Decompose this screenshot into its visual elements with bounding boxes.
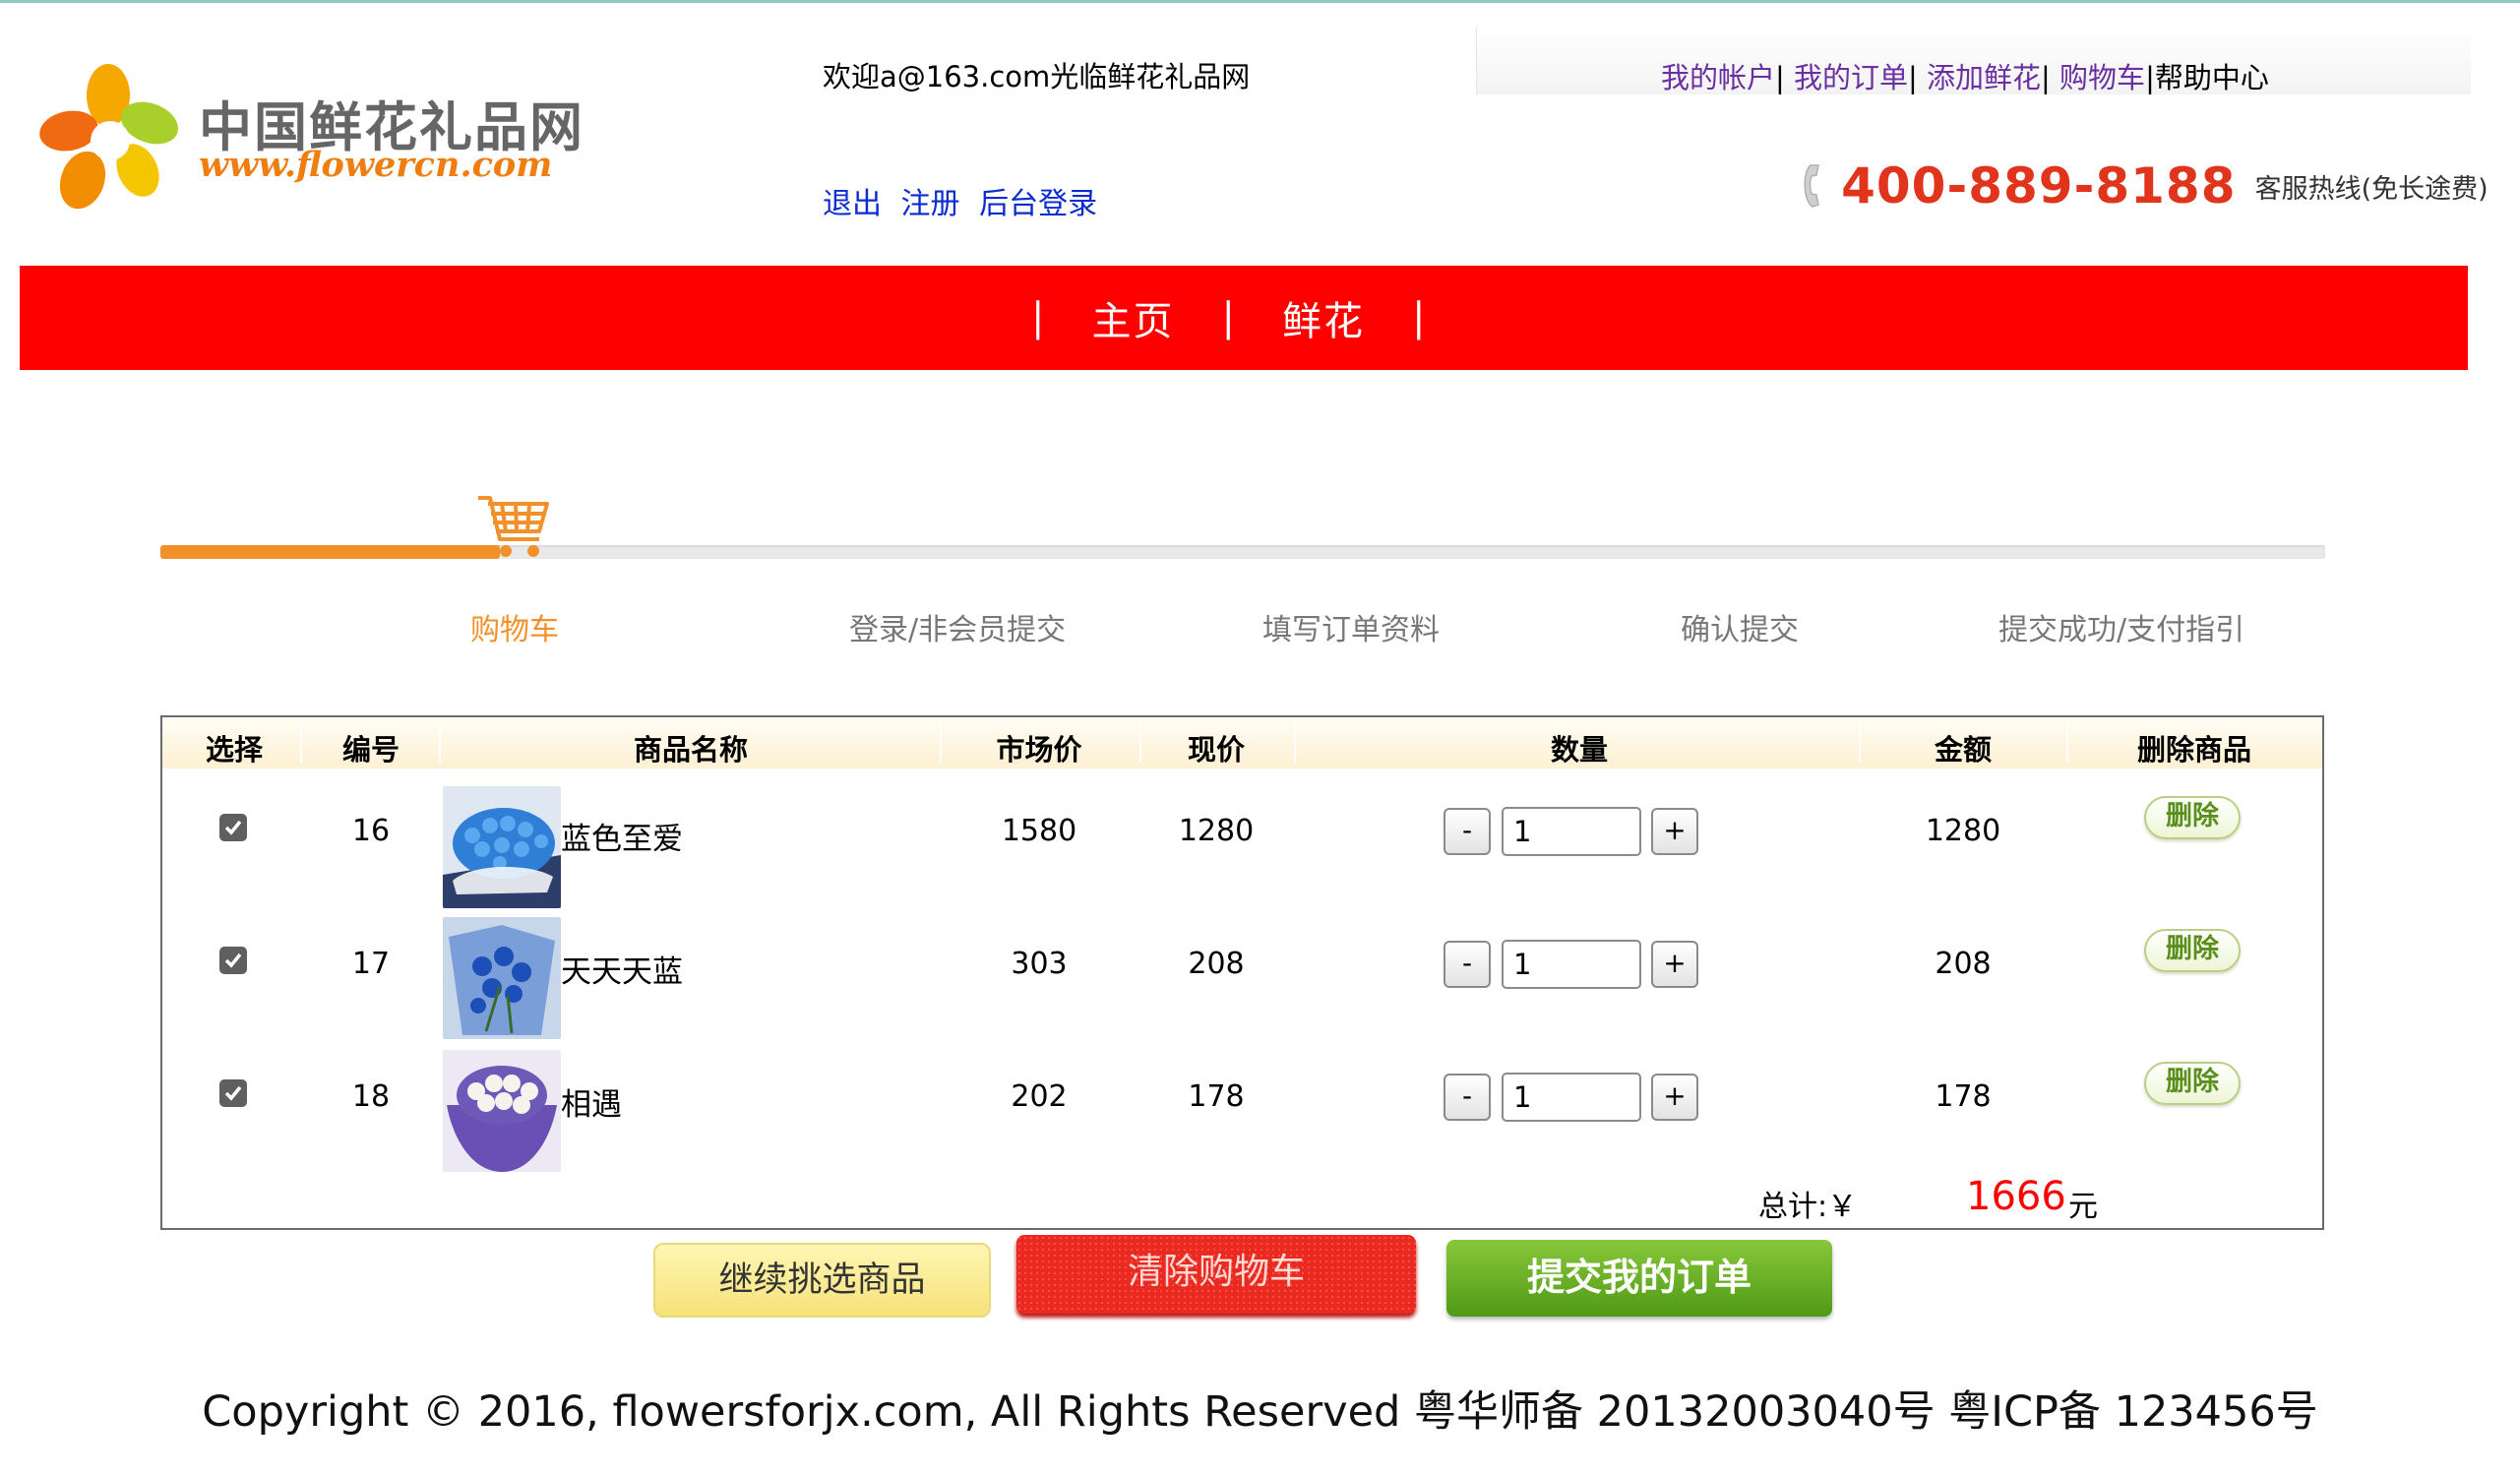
hotline-number: 400-889-8188 — [1841, 157, 2237, 215]
market-price: 202 — [1011, 1079, 1068, 1114]
shopping-cart-link[interactable]: 购物车 — [2059, 61, 2145, 94]
progress-fill — [160, 545, 500, 559]
current-price: 208 — [1188, 947, 1245, 981]
header-divider — [940, 723, 942, 763]
register-link[interactable]: 注册 — [901, 187, 960, 221]
logo-url: www.flowercn.com — [199, 145, 553, 185]
delete-item-button[interactable]: 删除 — [2144, 796, 2241, 839]
nav-separator: | — [1411, 295, 1426, 340]
header-amount: 金额 — [1934, 733, 1993, 767]
increase-qty-button[interactable]: + — [1651, 1074, 1698, 1121]
product-id: 16 — [351, 814, 391, 848]
nav-separator: | — [1221, 295, 1235, 340]
step-success: 提交成功/支付指引 — [1998, 613, 2245, 647]
product-id: 17 — [351, 947, 391, 981]
submit-order-button[interactable]: 提交我的订单 — [1446, 1240, 1832, 1317]
main-nav: | 主页 | 鲜花 | — [984, 266, 1472, 370]
flower-logo-icon — [39, 64, 179, 210]
hotline-description: 客服热线(免长途费) — [2254, 173, 2489, 205]
step-fill-order: 填写订单资料 — [1262, 613, 1440, 647]
site-logo[interactable]: 中国鲜花礼品网 www.flowercn.com — [30, 54, 583, 231]
continue-shopping-button[interactable]: 继续挑选商品 — [653, 1243, 991, 1318]
delete-item-button[interactable]: 删除 — [2144, 1062, 2241, 1105]
my-account-link[interactable]: 我的帐户 — [1661, 61, 1775, 94]
phone-icon — [1804, 164, 1819, 208]
product-thumbnail[interactable] — [443, 1050, 561, 1172]
cart-row: 17 天天天蓝 303 208 - + 208 删除 — [162, 915, 2322, 1041]
line-amount: 1280 — [1925, 814, 2001, 848]
product-name[interactable]: 天天天蓝 — [561, 947, 683, 991]
top-border-line — [0, 0, 2520, 3]
current-price: 1280 — [1178, 814, 1255, 848]
quantity-input[interactable] — [1502, 940, 1641, 989]
header-market-price: 市场价 — [996, 733, 1082, 767]
shopping-cart-icon — [478, 496, 549, 557]
header-divider — [439, 723, 441, 763]
welcome-message: 欢迎a@163.com光临鲜花礼品网 — [823, 60, 1251, 93]
cart-row: 18 相遇 202 178 - + 178 删除 — [162, 1048, 2322, 1174]
add-flower-link[interactable]: 添加鲜花 — [1927, 61, 2041, 94]
product-thumbnail[interactable] — [443, 917, 561, 1039]
cart-row: 16 蓝色至爱 1580 1280 - + 1280 删除 — [162, 782, 2322, 908]
product-thumbnail[interactable] — [443, 786, 561, 908]
select-checkbox[interactable] — [219, 947, 247, 974]
header-divider — [300, 723, 302, 763]
decrease-qty-button[interactable]: - — [1444, 808, 1491, 855]
checkmark-icon — [224, 820, 242, 835]
decrease-qty-button[interactable]: - — [1444, 941, 1491, 988]
header-select: 选择 — [205, 733, 264, 767]
product-name[interactable]: 蓝色至爱 — [561, 814, 683, 858]
delete-item-button[interactable]: 删除 — [2144, 929, 2241, 972]
checkmark-icon — [224, 953, 242, 968]
checkout-steps: 购物车 登录/非会员提交 填写订单资料 确认提交 提交成功/支付指引 — [160, 605, 2325, 647]
increase-qty-button[interactable]: + — [1651, 808, 1698, 855]
checkmark-icon — [224, 1085, 242, 1101]
help-center-link[interactable]: 帮助中心 — [2155, 61, 2269, 94]
logout-link[interactable]: 退出 — [823, 187, 882, 221]
select-checkbox[interactable] — [219, 814, 247, 841]
market-price: 303 — [1011, 947, 1068, 981]
hotline: 400-889-8188 客服热线(免长途费) — [1801, 157, 2489, 215]
total-label: 总计:￥ — [1758, 1190, 1858, 1224]
total-value: 1666 — [1966, 1174, 2066, 1219]
line-amount: 178 — [1935, 1079, 1992, 1114]
product-id: 18 — [351, 1079, 391, 1114]
cart-table-header: 选择 编号 商品名称 市场价 现价 数量 金额 删除商品 — [162, 717, 2322, 768]
header-divider — [1294, 723, 1296, 763]
total-unit: 元 — [2068, 1190, 2098, 1224]
main-nav-bar: | 主页 | 鲜花 | — [20, 266, 2468, 370]
quantity-input[interactable] — [1502, 807, 1641, 856]
header-price: 现价 — [1187, 733, 1246, 767]
product-name[interactable]: 相遇 — [561, 1079, 622, 1124]
step-confirm: 确认提交 — [1681, 613, 1799, 647]
header-divider — [2066, 723, 2068, 763]
header-quantity: 数量 — [1550, 733, 1609, 767]
clear-cart-button[interactable]: 清除购物车 — [1016, 1235, 1416, 1314]
market-price: 1580 — [1001, 814, 1077, 848]
auth-links: 退出 注册 后台登录 — [823, 179, 1107, 222]
line-amount: 208 — [1935, 947, 1992, 981]
nav-flowers[interactable]: 鲜花 — [1282, 289, 1365, 346]
top-links: 我的帐户| 我的订单| 添加鲜花| 购物车|帮助中心 — [1661, 61, 2269, 94]
step-login: 登录/非会员提交 — [849, 613, 1067, 647]
header-name: 商品名称 — [633, 733, 749, 767]
nav-separator: | — [1031, 295, 1045, 340]
step-cart: 购物车 — [470, 613, 559, 647]
cart-table: 选择 编号 商品名称 市场价 现价 数量 金额 删除商品 16 蓝色至爱 158… — [160, 715, 2324, 1230]
current-price: 178 — [1188, 1079, 1245, 1114]
header-delete: 删除商品 — [2136, 733, 2252, 767]
increase-qty-button[interactable]: + — [1651, 941, 1698, 988]
header-divider — [1139, 723, 1141, 763]
decrease-qty-button[interactable]: - — [1444, 1074, 1491, 1121]
admin-login-link[interactable]: 后台登录 — [979, 187, 1097, 221]
quantity-input[interactable] — [1502, 1073, 1641, 1122]
my-orders-link[interactable]: 我的订单 — [1794, 61, 1908, 94]
footer-copyright: Copyright © 2016, flowersforjx.com, All … — [202, 1387, 2318, 1437]
header-id: 编号 — [341, 733, 400, 767]
select-checkbox[interactable] — [219, 1079, 247, 1107]
nav-home[interactable]: 主页 — [1091, 289, 1174, 346]
header-divider — [1859, 723, 1861, 763]
